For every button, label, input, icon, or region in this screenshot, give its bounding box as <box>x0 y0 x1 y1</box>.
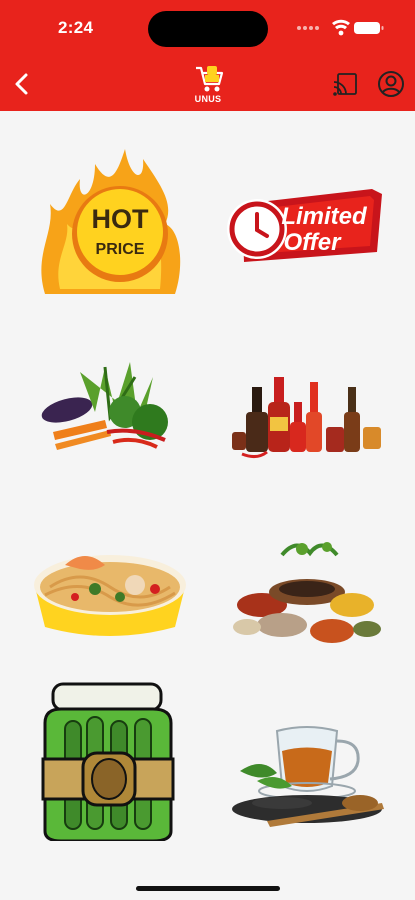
status-icons <box>296 18 391 38</box>
wifi-icon <box>332 19 350 36</box>
chevron-left-icon <box>15 73 28 95</box>
noodles-image <box>34 555 186 636</box>
category-grid: HOT PRICE Limited Offer <box>0 111 415 871</box>
vegetables-image <box>41 362 168 450</box>
category-spices[interactable] <box>222 527 392 687</box>
sauces-image <box>232 377 381 459</box>
category-limited-offer[interactable]: Limited Offer <box>222 144 392 304</box>
limited-label: Limited <box>281 203 368 230</box>
category-pickles[interactable] <box>25 681 195 841</box>
spices-image <box>233 542 381 643</box>
shopping-cart-logo <box>196 66 224 92</box>
status-time: 2:24 <box>58 18 94 37</box>
hot-price-badge-icon: HOT PRICE <box>41 149 181 294</box>
category-sauces[interactable] <box>222 332 392 492</box>
price-label: PRICE <box>96 241 145 258</box>
cast-button[interactable] <box>332 70 360 98</box>
cast-icon <box>333 73 357 96</box>
tea-cup-image <box>232 726 384 827</box>
home-indicator[interactable] <box>136 886 280 891</box>
category-vegetables[interactable] <box>25 332 195 492</box>
battery-icon <box>354 22 384 34</box>
profile-button[interactable] <box>377 70 405 98</box>
back-button[interactable] <box>9 68 37 100</box>
logo-text: UNUS <box>194 94 222 104</box>
app-logo: UNUS <box>188 64 228 108</box>
offer-label: Offer <box>284 229 343 256</box>
category-hot-price[interactable]: HOT PRICE <box>25 144 195 304</box>
dynamic-island <box>148 11 268 47</box>
signal-dots-icon <box>297 26 319 30</box>
app-header: 2:24 UNUS <box>0 0 415 111</box>
limited-offer-badge-icon: Limited Offer <box>227 189 382 262</box>
hot-label: HOT <box>92 204 150 234</box>
category-noodles[interactable] <box>25 527 195 687</box>
user-circle-icon <box>378 71 404 97</box>
category-tea[interactable] <box>222 711 392 871</box>
pickles-jar-image <box>41 682 175 841</box>
